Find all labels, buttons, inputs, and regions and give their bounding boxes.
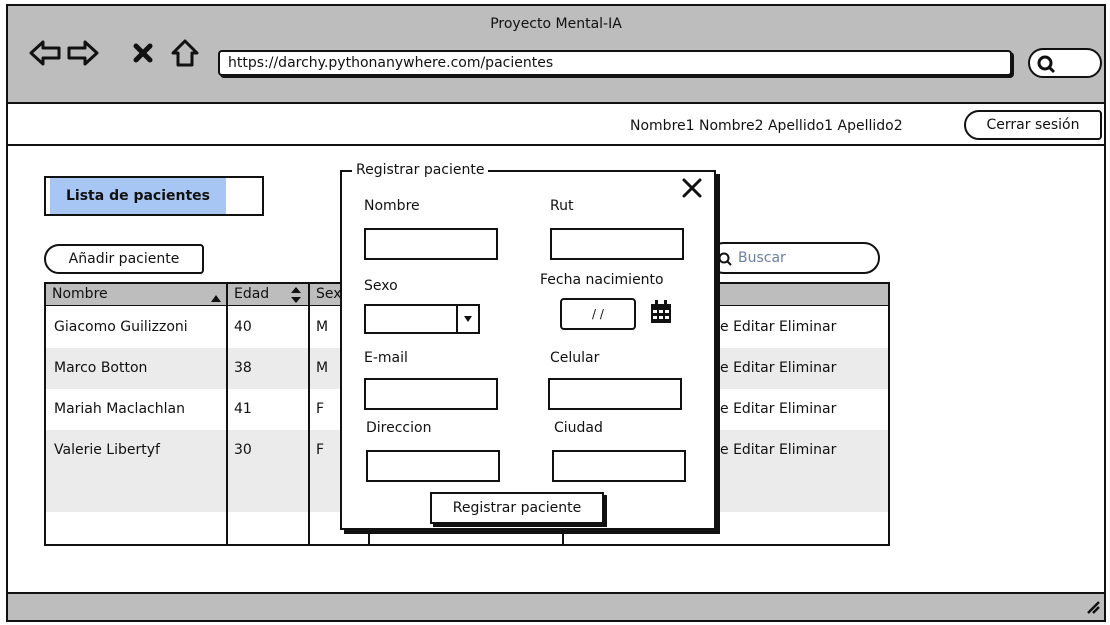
rut-label: Rut <box>550 198 574 214</box>
direccion-field[interactable] <box>366 450 500 482</box>
browser-search-button[interactable] <box>1028 48 1102 78</box>
browser-toolbar: Proyecto Mental-IA https://darchy.python… <box>8 6 1104 104</box>
row-actions[interactable]: e Editar Eliminar <box>720 442 836 458</box>
cell-nombre: Valerie Libertyf <box>54 442 160 458</box>
nombre-field[interactable] <box>364 228 498 260</box>
dialog-title: Registrar paciente <box>352 162 489 178</box>
cell-sexo: F <box>316 401 325 417</box>
home-icon[interactable] <box>168 36 202 70</box>
register-patient-dialog: Registrar paciente Nombre Rut Sexo Fecha… <box>340 162 716 530</box>
row-actions[interactable]: e Editar Eliminar <box>720 319 836 335</box>
sexo-select[interactable] <box>364 304 480 334</box>
celular-label: Celular <box>550 350 600 366</box>
forward-icon[interactable] <box>66 36 100 70</box>
user-name: Nombre1 Nombre2 Apellido1 Apellido2 <box>630 118 903 134</box>
sort-icon[interactable] <box>290 286 302 308</box>
column-header-nombre[interactable]: Nombre <box>52 286 108 302</box>
rut-field[interactable] <box>550 228 684 260</box>
cell-edad: 30 <box>234 442 252 458</box>
cell-edad: 40 <box>234 319 252 335</box>
celular-field[interactable] <box>548 378 682 410</box>
search-input[interactable]: Buscar <box>708 242 880 274</box>
ciudad-field[interactable] <box>552 450 686 482</box>
row-actions[interactable]: e Editar Eliminar <box>720 360 836 376</box>
stop-icon[interactable] <box>126 36 160 70</box>
cell-sexo: F <box>316 442 325 458</box>
window-title: Proyecto Mental-IA <box>490 16 622 32</box>
logout-button[interactable]: Cerrar sesión <box>964 110 1102 140</box>
column-header-edad[interactable]: Edad <box>234 286 269 302</box>
email-field[interactable] <box>364 378 498 410</box>
fecha-nacimiento-field[interactable]: / / <box>560 298 636 330</box>
sort-asc-icon[interactable] <box>210 288 222 307</box>
cell-nombre: Mariah Maclachlan <box>54 401 185 417</box>
cell-edad: 38 <box>234 360 252 376</box>
cell-edad: 41 <box>234 401 252 417</box>
cell-sexo: M <box>316 360 329 376</box>
row-actions[interactable]: e Editar Eliminar <box>720 401 836 417</box>
search-icon <box>1036 54 1056 78</box>
chevron-down-icon <box>456 306 478 332</box>
page-title: Lista de pacientes <box>50 178 226 214</box>
ciudad-label: Ciudad <box>554 420 603 436</box>
cell-nombre: Marco Botton <box>54 360 148 376</box>
column-header-sexo[interactable]: Sex <box>316 286 342 302</box>
email-label: E-mail <box>364 350 408 366</box>
cell-nombre: Giacomo Guilizzoni <box>54 319 188 335</box>
search-placeholder: Buscar <box>738 250 786 266</box>
address-bar[interactable]: https://darchy.pythonanywhere.com/pacien… <box>218 50 1012 76</box>
direccion-label: Direccion <box>366 420 432 436</box>
sexo-label: Sexo <box>364 278 398 294</box>
column-divider <box>226 284 228 546</box>
close-icon[interactable] <box>680 176 706 202</box>
register-patient-button[interactable]: Registrar paciente <box>430 492 604 524</box>
user-bar: Nombre1 Nombre2 Apellido1 Apellido2 Cerr… <box>8 106 1104 146</box>
column-divider <box>308 284 310 546</box>
resize-grip-icon[interactable] <box>1084 598 1100 618</box>
calendar-icon[interactable] <box>650 300 672 328</box>
nombre-label: Nombre <box>364 198 420 214</box>
browser-window: Proyecto Mental-IA https://darchy.python… <box>6 4 1106 622</box>
list-title-box: Lista de pacientes <box>44 176 264 216</box>
status-bar <box>8 592 1104 620</box>
fecha-label: Fecha nacimiento <box>540 272 664 288</box>
back-icon[interactable] <box>28 36 62 70</box>
search-icon <box>718 252 732 270</box>
cell-sexo: M <box>316 319 329 335</box>
add-patient-button[interactable]: Añadir paciente <box>44 244 204 274</box>
